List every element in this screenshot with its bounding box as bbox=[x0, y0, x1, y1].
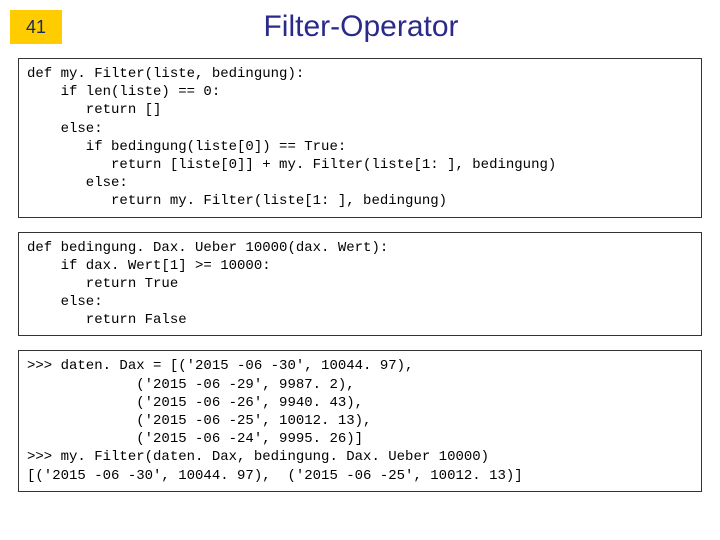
slide-title: Filter-Operator bbox=[62, 10, 720, 44]
code-block-repl-output: >>> daten. Dax = [('2015 -06 -30', 10044… bbox=[18, 350, 702, 491]
header-row: 41 Filter-Operator bbox=[0, 0, 720, 44]
code-block-filter-def: def my. Filter(liste, bedingung): if len… bbox=[18, 58, 702, 218]
slide: 41 Filter-Operator def my. Filter(liste,… bbox=[0, 0, 720, 540]
code-block-condition-def: def bedingung. Dax. Ueber 10000(dax. Wer… bbox=[18, 232, 702, 337]
slide-number: 41 bbox=[10, 10, 62, 44]
